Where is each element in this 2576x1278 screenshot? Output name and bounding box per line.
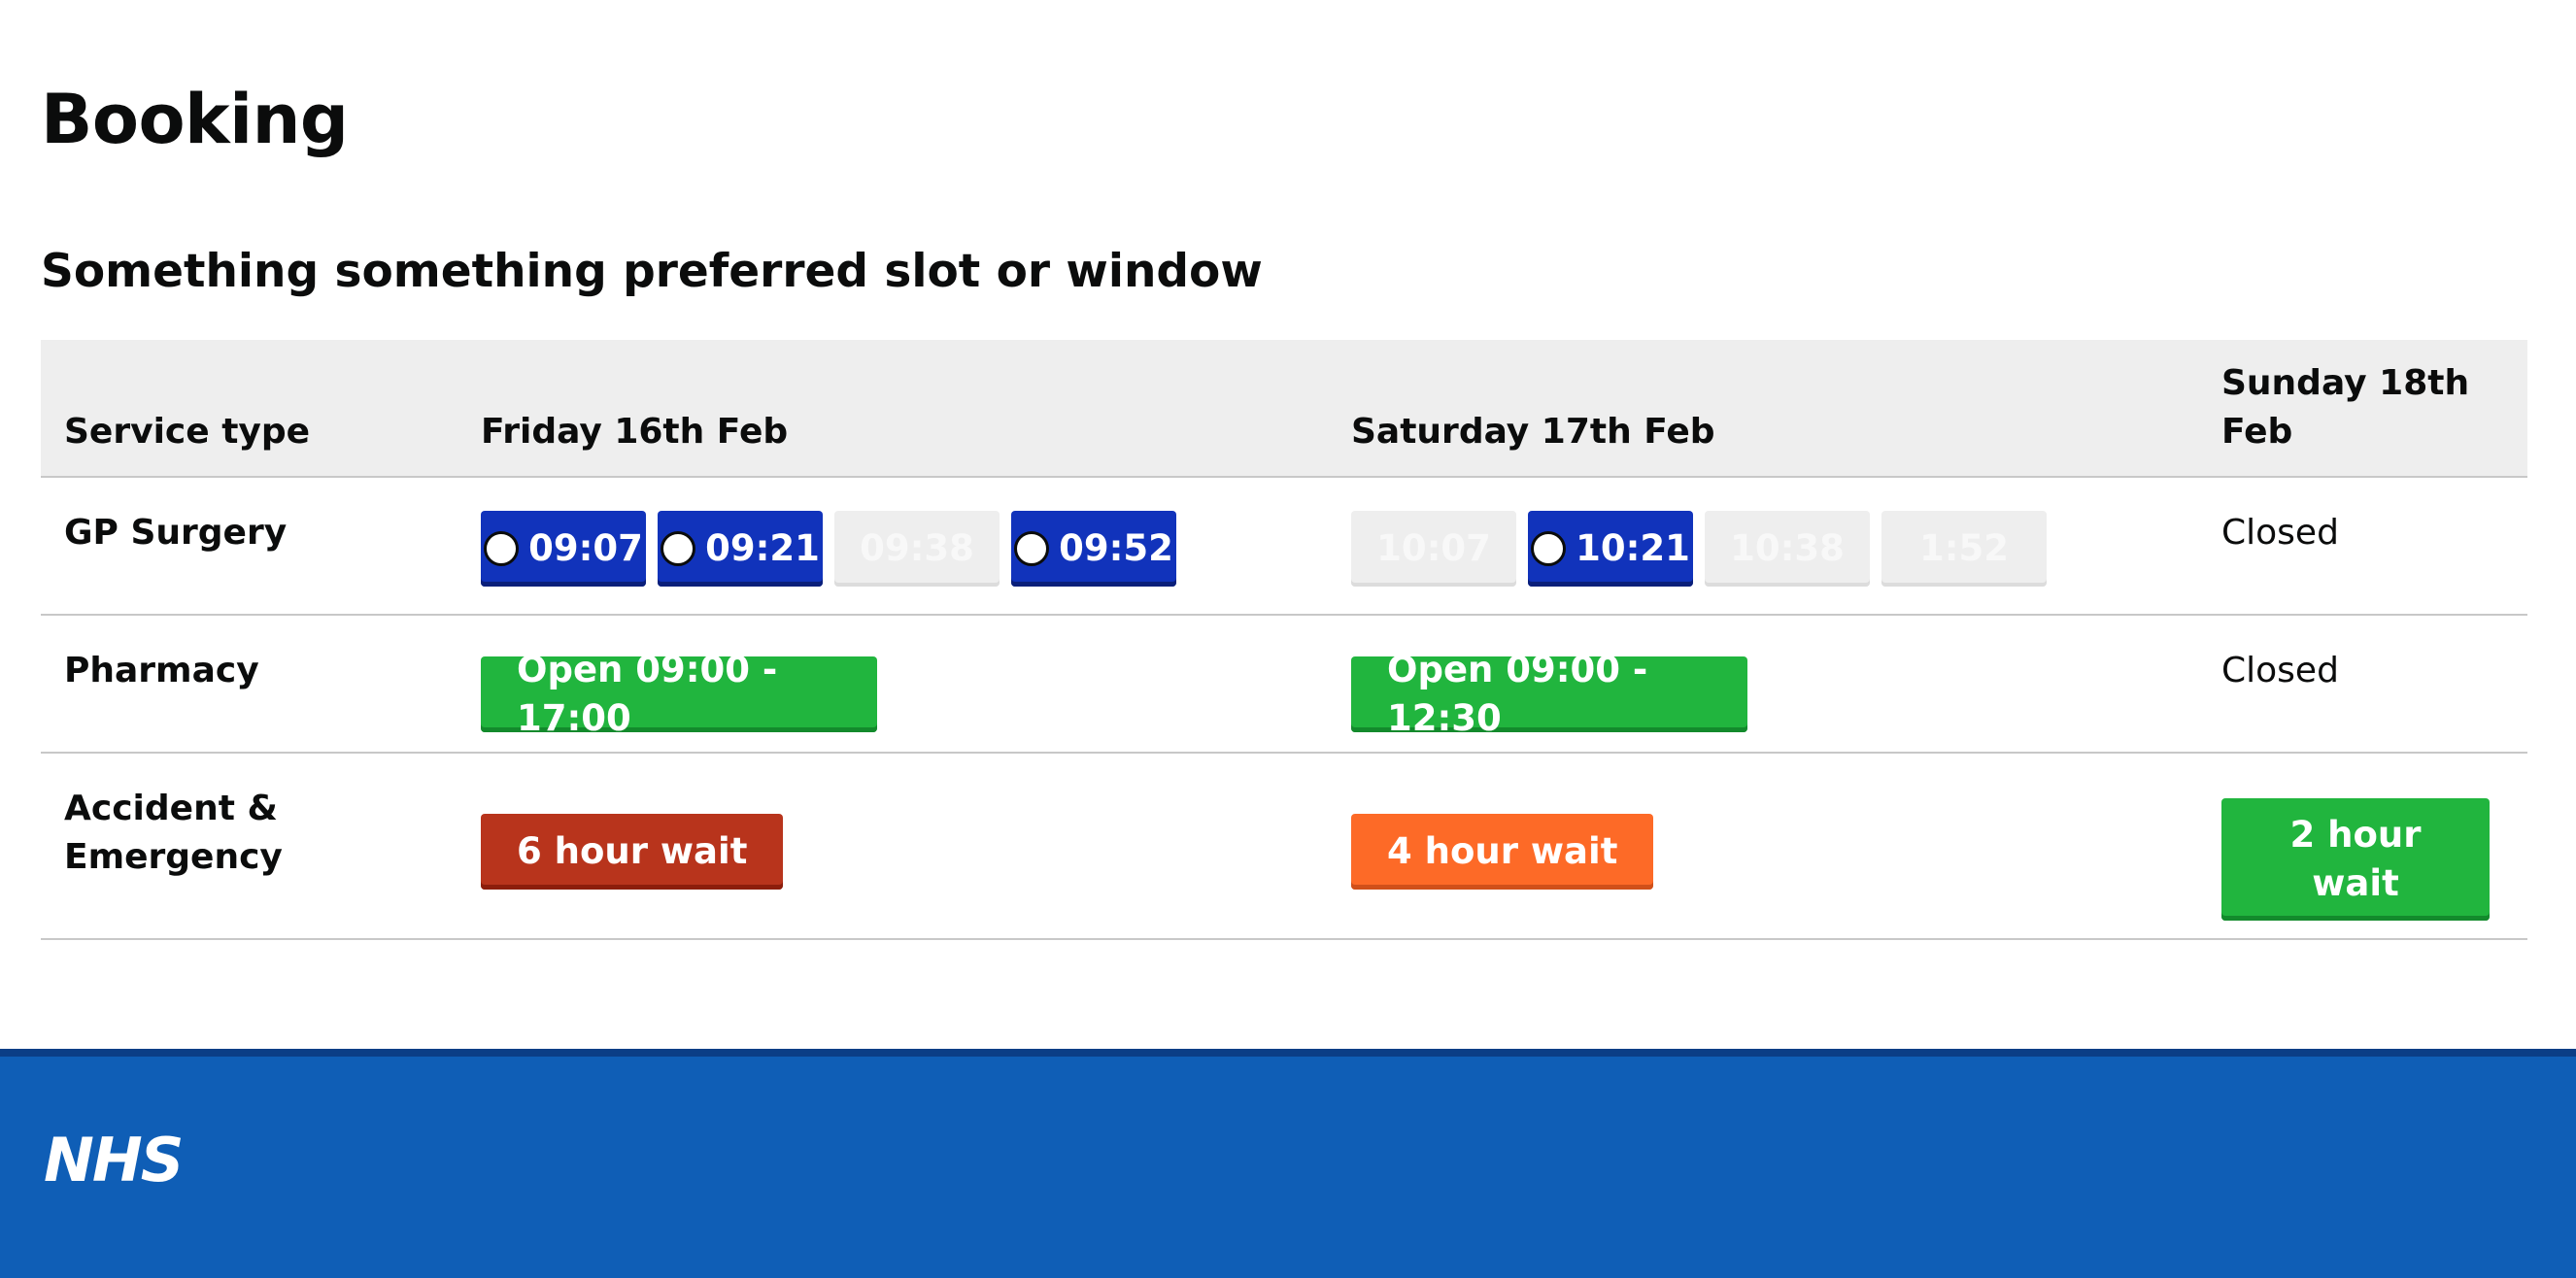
slot-button-1021[interactable]: 10:21 (1528, 511, 1693, 587)
header-service-type: Service type (41, 340, 458, 478)
slot-unavailable-152: 1:52 (1881, 511, 2047, 587)
service-name-ae: Accident & Emergency (41, 753, 458, 940)
gp-sunday-status: Closed (2198, 477, 2527, 616)
slot-time: 09:07 (528, 527, 643, 569)
slot-unavailable-0938: 09:38 (834, 511, 1000, 587)
ae-saturday-cell: 4 hour wait (1328, 753, 2198, 940)
table-header-row: Service type Friday 16th Feb Saturday 17… (41, 340, 2527, 478)
gp-saturday-cell: 10:07 10:21 10:38 1:52 (1328, 477, 2198, 616)
radio-icon (661, 531, 696, 566)
pharmacy-friday-hours-button[interactable]: Open 09:00 - 17:00 (481, 649, 877, 739)
pharmacy-saturday-hours-button[interactable]: Open 09:00 - 12:30 (1351, 649, 1747, 739)
page-title: Booking (41, 80, 349, 159)
slot-time: 10:21 (1576, 527, 1690, 569)
nhs-logo[interactable]: NHS (44, 1125, 184, 1195)
pharmacy-saturday-cell: Open 09:00 - 12:30 (1328, 615, 2198, 754)
gp-saturday-slots: 10:07 10:21 10:38 1:52 (1351, 511, 2175, 587)
header-friday: Friday 16th Feb (458, 340, 1328, 478)
ae-sunday-cell: 2 hour wait (2198, 753, 2527, 940)
ae-saturday-wait-button[interactable]: 4 hour wait (1351, 814, 1654, 890)
slot-time: 10:07 (1376, 527, 1491, 569)
table-row-pharmacy: Pharmacy Open 09:00 - 17:00 Open 09:00 -… (41, 615, 2527, 754)
gp-friday-slots: 09:07 09:21 09:38 09:52 (481, 511, 1305, 587)
slot-button-0921[interactable]: 09:21 (658, 511, 823, 587)
slot-button-0952[interactable]: 09:52 (1011, 511, 1176, 587)
ae-friday-cell: 6 hour wait (458, 753, 1328, 940)
header-sunday: Sunday 18th Feb (2198, 340, 2527, 478)
page-subtitle: Something something preferred slot or wi… (41, 245, 1263, 298)
service-name-pharmacy: Pharmacy (41, 615, 458, 754)
header-saturday: Saturday 17th Feb (1328, 340, 2198, 478)
ae-friday-wait-button[interactable]: 6 hour wait (481, 814, 784, 890)
gp-friday-cell: 09:07 09:21 09:38 09:52 (458, 477, 1328, 616)
slot-time: 09:52 (1059, 527, 1173, 569)
radio-icon (1014, 531, 1050, 566)
service-name-gp: GP Surgery (41, 477, 458, 616)
slot-button-0907[interactable]: 09:07 (481, 511, 646, 587)
slot-time: 09:38 (860, 527, 974, 569)
table-row-accident-emergency: Accident & Emergency 6 hour wait 4 hour … (41, 753, 2527, 940)
booking-page: Booking Something something preferred sl… (0, 0, 2576, 1278)
slot-time: 1:52 (1918, 527, 2010, 569)
slot-time: 10:38 (1730, 527, 1845, 569)
pharmacy-friday-cell: Open 09:00 - 17:00 (458, 615, 1328, 754)
slot-time: 09:21 (705, 527, 820, 569)
slot-unavailable-1007: 10:07 (1351, 511, 1516, 587)
radio-icon (484, 531, 520, 566)
slot-unavailable-1038: 10:38 (1705, 511, 1870, 587)
table-row-gp-surgery: GP Surgery 09:07 09:21 09:38 09:52 10:07… (41, 477, 2527, 616)
booking-table: Service type Friday 16th Feb Saturday 17… (41, 340, 2527, 940)
footer: NHS (0, 1049, 2576, 1278)
radio-icon (1531, 531, 1567, 566)
ae-sunday-wait-button[interactable]: 2 hour wait (2221, 798, 2490, 921)
pharmacy-sunday-status: Closed (2198, 615, 2527, 754)
